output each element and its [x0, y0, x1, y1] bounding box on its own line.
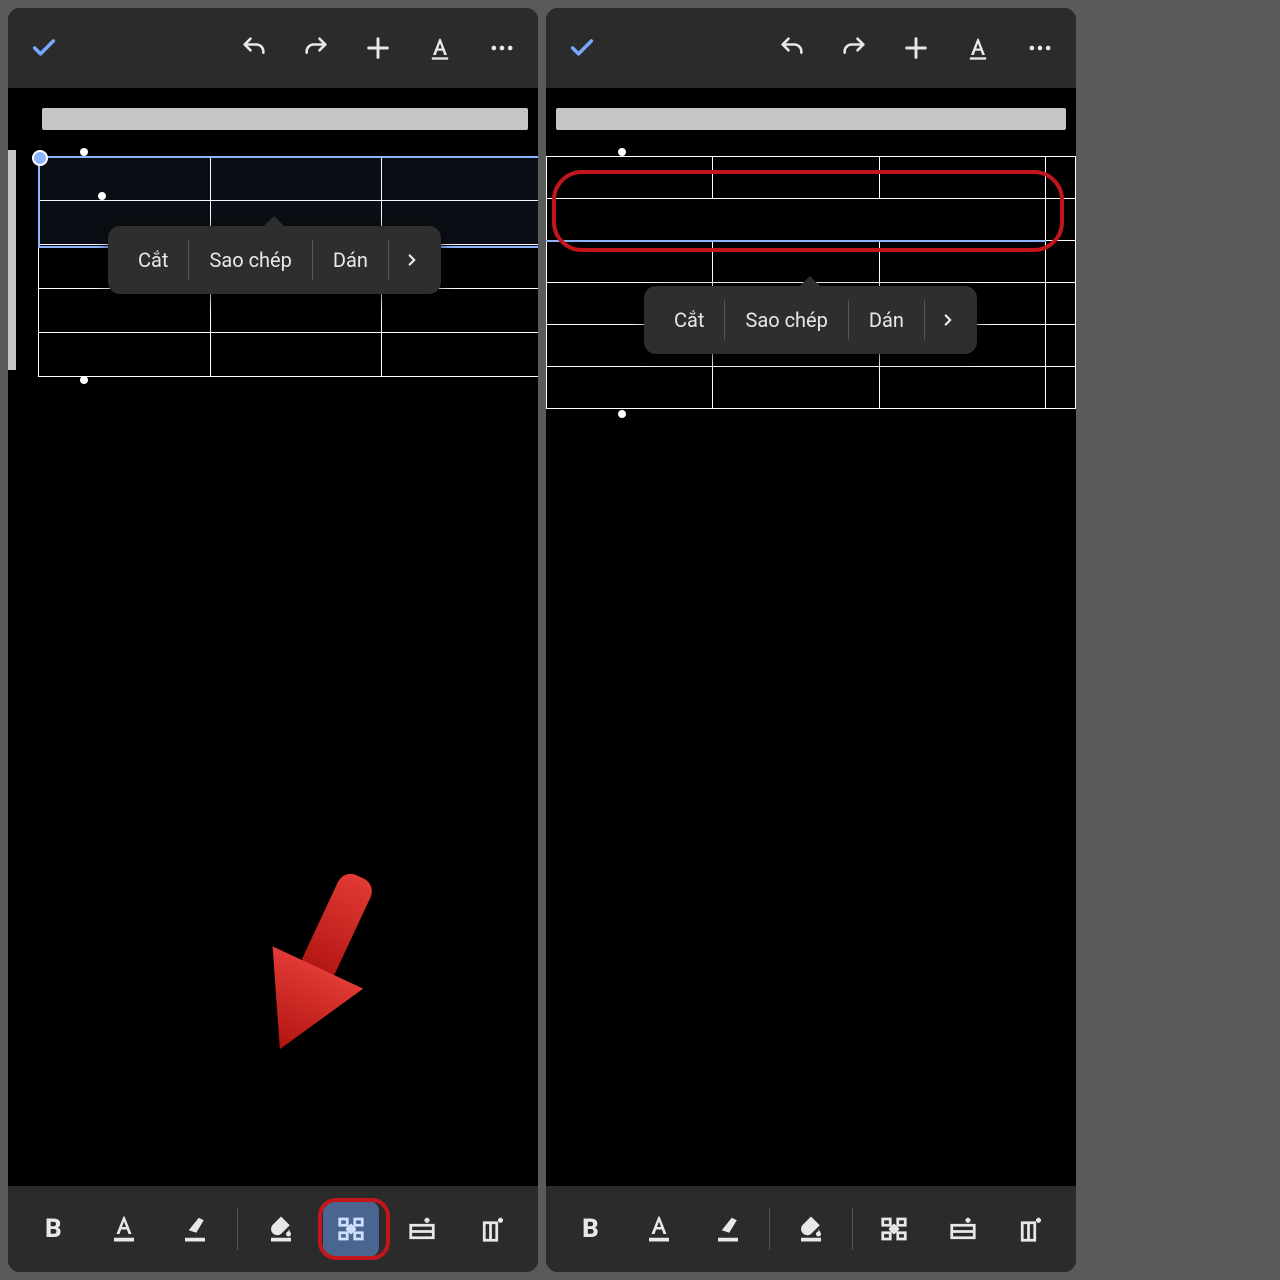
context-more-chevron-icon[interactable] [389, 251, 431, 269]
redo-icon[interactable] [296, 28, 336, 68]
undo-icon[interactable] [772, 28, 812, 68]
merged-table-row [547, 199, 1076, 241]
text-color-button[interactable] [631, 1201, 687, 1257]
highlight-button[interactable] [167, 1201, 223, 1257]
bold-button[interactable]: B [562, 1201, 618, 1257]
table-row [547, 157, 1076, 199]
separator [852, 1208, 853, 1250]
context-copy[interactable]: Sao chép [725, 300, 848, 340]
cursor-dot-icon [98, 192, 106, 200]
text-color-button[interactable] [96, 1201, 152, 1257]
insert-row-button[interactable] [394, 1201, 450, 1257]
cursor-dot-icon [80, 148, 88, 156]
text-format-icon[interactable] [958, 28, 998, 68]
horizontal-ruler [556, 108, 1066, 130]
bottom-toolbar: B [8, 1186, 538, 1272]
cursor-dot-icon [618, 410, 626, 418]
more-icon[interactable] [1020, 28, 1060, 68]
top-toolbar [8, 8, 538, 88]
fill-color-button[interactable] [783, 1201, 839, 1257]
table-row [39, 289, 539, 333]
done-check-icon[interactable] [24, 28, 64, 68]
insert-column-button[interactable] [1003, 1201, 1059, 1257]
screen-left: Cắt Sao chép Dán B [8, 8, 538, 1272]
redo-icon[interactable] [834, 28, 874, 68]
document-area[interactable]: Cắt Sao chép Dán [546, 108, 1076, 1206]
context-copy[interactable]: Sao chép [189, 240, 312, 280]
separator [237, 1208, 238, 1250]
cursor-dot-icon [80, 376, 88, 384]
horizontal-ruler [42, 108, 528, 130]
more-icon[interactable] [482, 28, 522, 68]
context-cut[interactable]: Cắt [654, 300, 725, 340]
table-row [39, 333, 539, 377]
insert-column-button[interactable] [465, 1201, 521, 1257]
selection-handle-icon[interactable] [32, 150, 48, 166]
highlight-button[interactable] [700, 1201, 756, 1257]
cursor-dot-icon [618, 148, 626, 156]
context-more-chevron-icon[interactable] [925, 311, 967, 329]
undo-icon[interactable] [234, 28, 274, 68]
add-icon[interactable] [896, 28, 936, 68]
screen-right: Cắt Sao chép Dán B [546, 8, 1076, 1272]
fill-color-button[interactable] [253, 1201, 309, 1257]
vertical-ruler [8, 150, 16, 370]
context-cut[interactable]: Cắt [118, 240, 189, 280]
insert-row-button[interactable] [935, 1201, 991, 1257]
bold-button[interactable]: B [25, 1201, 81, 1257]
text-format-icon[interactable] [420, 28, 460, 68]
merge-cells-button[interactable] [323, 1201, 379, 1257]
context-menu: Cắt Sao chép Dán [644, 286, 977, 354]
table-row [547, 367, 1076, 409]
done-check-icon[interactable] [562, 28, 602, 68]
merge-cells-button[interactable] [866, 1201, 922, 1257]
context-paste[interactable]: Dán [849, 300, 925, 340]
context-paste[interactable]: Dán [313, 240, 389, 280]
top-toolbar [546, 8, 1076, 88]
bottom-toolbar: B [546, 1186, 1076, 1272]
separator [769, 1208, 770, 1250]
document-area[interactable]: Cắt Sao chép Dán [8, 108, 538, 1206]
context-menu: Cắt Sao chép Dán [108, 226, 441, 294]
add-icon[interactable] [358, 28, 398, 68]
